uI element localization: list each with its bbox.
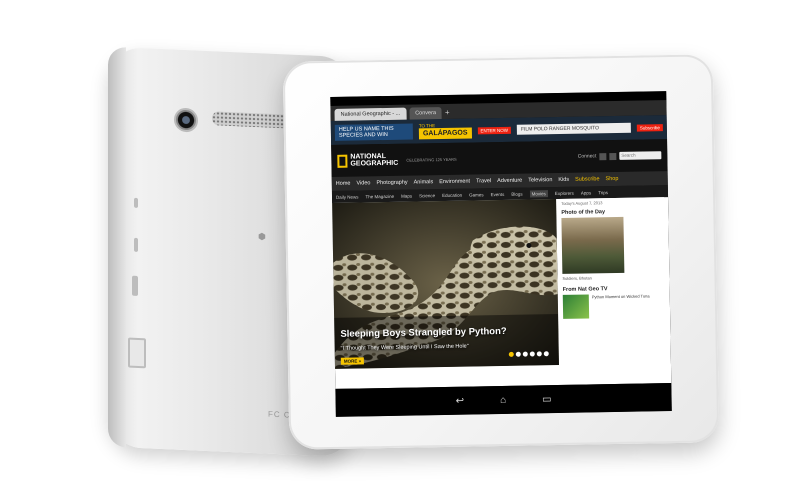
subnav-magazine[interactable]: The Magazine — [365, 193, 394, 198]
ad-right-panel: FILM POLO RANGER MOSQUITO — [516, 122, 631, 135]
nav-environment[interactable]: Environment — [439, 179, 470, 186]
page-content: Sleeping Boys Strangled by Python? "I Th… — [332, 197, 672, 389]
tv-thumbnail — [562, 294, 590, 319]
new-tab-button[interactable]: + — [445, 107, 450, 119]
slide-dot[interactable] — [515, 351, 521, 357]
nav-shop[interactable]: Shop — [605, 176, 618, 182]
site-logo[interactable]: NATIONAL GEOGRAPHIC — [337, 153, 398, 168]
subnav-events[interactable]: Events — [491, 191, 505, 196]
ad-subscribe-button[interactable]: Subscribe — [636, 123, 663, 132]
home-icon[interactable]: ⌂ — [500, 394, 506, 405]
nav-adventure[interactable]: Adventure — [497, 178, 522, 184]
subnav-games[interactable]: Games — [469, 192, 484, 197]
rear-camera-icon — [174, 107, 198, 133]
usb-port — [132, 275, 138, 296]
subnav-explorers[interactable]: Explorers — [555, 190, 574, 195]
tablet-screen: National Geographic - ... Convera + HELP… — [330, 91, 672, 417]
connect-label: Connect — [577, 153, 597, 160]
nav-television[interactable]: Television — [528, 177, 552, 183]
subnav-apps[interactable]: Apps — [581, 190, 591, 195]
nav-subscribe[interactable]: Subscribe — [575, 176, 600, 182]
nav-photography[interactable]: Photography — [376, 180, 407, 187]
subnav-daily-news[interactable]: Daily News — [336, 194, 359, 199]
search-input[interactable]: Search — [619, 151, 662, 160]
photo-of-day-image[interactable] — [561, 216, 625, 274]
back-icon[interactable]: ↩ — [456, 395, 465, 406]
subnav-trips[interactable]: Trips — [598, 190, 608, 195]
tv-item-text: Python Moment on Wicked Tuna — [591, 293, 650, 300]
android-nav-bar: ↩ ⌂ ▭ — [335, 383, 672, 417]
nav-video[interactable]: Video — [356, 180, 370, 186]
power-button — [134, 197, 138, 208]
subnav-science[interactable]: Science — [419, 193, 435, 198]
browser-tab-active[interactable]: National Geographic - ... — [334, 107, 407, 121]
slide-dot[interactable] — [522, 351, 528, 357]
subnav-maps[interactable]: Maps — [401, 193, 412, 198]
yellow-frame-icon — [337, 154, 348, 168]
subnav-education[interactable]: Education — [442, 192, 462, 197]
card-slot — [128, 337, 146, 369]
logo-text: NATIONAL GEOGRAPHIC — [350, 152, 399, 168]
nav-travel[interactable]: Travel — [476, 178, 491, 184]
brand-logo-icon: ⬢ — [258, 231, 266, 242]
slide-dot[interactable] — [543, 351, 549, 357]
subnav-movies[interactable]: Movies — [529, 189, 548, 197]
ad-text: HELP US NAME THIS SPECIES AND WIN — [334, 123, 414, 141]
nav-kids[interactable]: Kids — [558, 177, 569, 183]
nav-home[interactable]: Home — [336, 181, 351, 187]
more-button[interactable]: MORE » — [340, 357, 365, 365]
tablet-front: National Geographic - ... Convera + HELP… — [282, 54, 720, 450]
volume-button — [134, 237, 138, 252]
tablet-side-edge — [108, 46, 126, 448]
slide-dot[interactable] — [536, 351, 542, 357]
natgeo-tv-item[interactable]: Python Moment on Wicked Tuna — [561, 293, 666, 319]
slide-dots[interactable] — [508, 351, 549, 357]
recents-icon[interactable]: ▭ — [542, 394, 552, 405]
twitter-icon[interactable] — [609, 152, 617, 160]
header-tools: Connect Search — [578, 151, 662, 160]
browser-tab[interactable]: Convera — [409, 107, 443, 120]
slide-dot[interactable] — [508, 351, 514, 357]
slide-dot[interactable] — [529, 351, 535, 357]
facebook-icon[interactable] — [599, 152, 607, 160]
ad-headline: TO THE GALÁPAGOS — [418, 122, 472, 140]
ad-galapagos: GALÁPAGOS — [418, 127, 472, 140]
subnav-blogs[interactable]: Blogs — [511, 191, 522, 196]
hero-slideshow[interactable]: Sleeping Boys Strangled by Python? "I Th… — [332, 199, 559, 369]
sidebar: Today's August 7, 2013 Photo of the Day … — [559, 197, 667, 365]
product-photo: ⬢ FC CE National Geographic - ... Conver… — [0, 0, 800, 500]
nav-animals[interactable]: Animals — [414, 179, 434, 185]
ad-enter-button[interactable]: ENTER NOW — [477, 126, 512, 134]
tagline: CELEBRATING 125 YEARS — [406, 156, 457, 163]
